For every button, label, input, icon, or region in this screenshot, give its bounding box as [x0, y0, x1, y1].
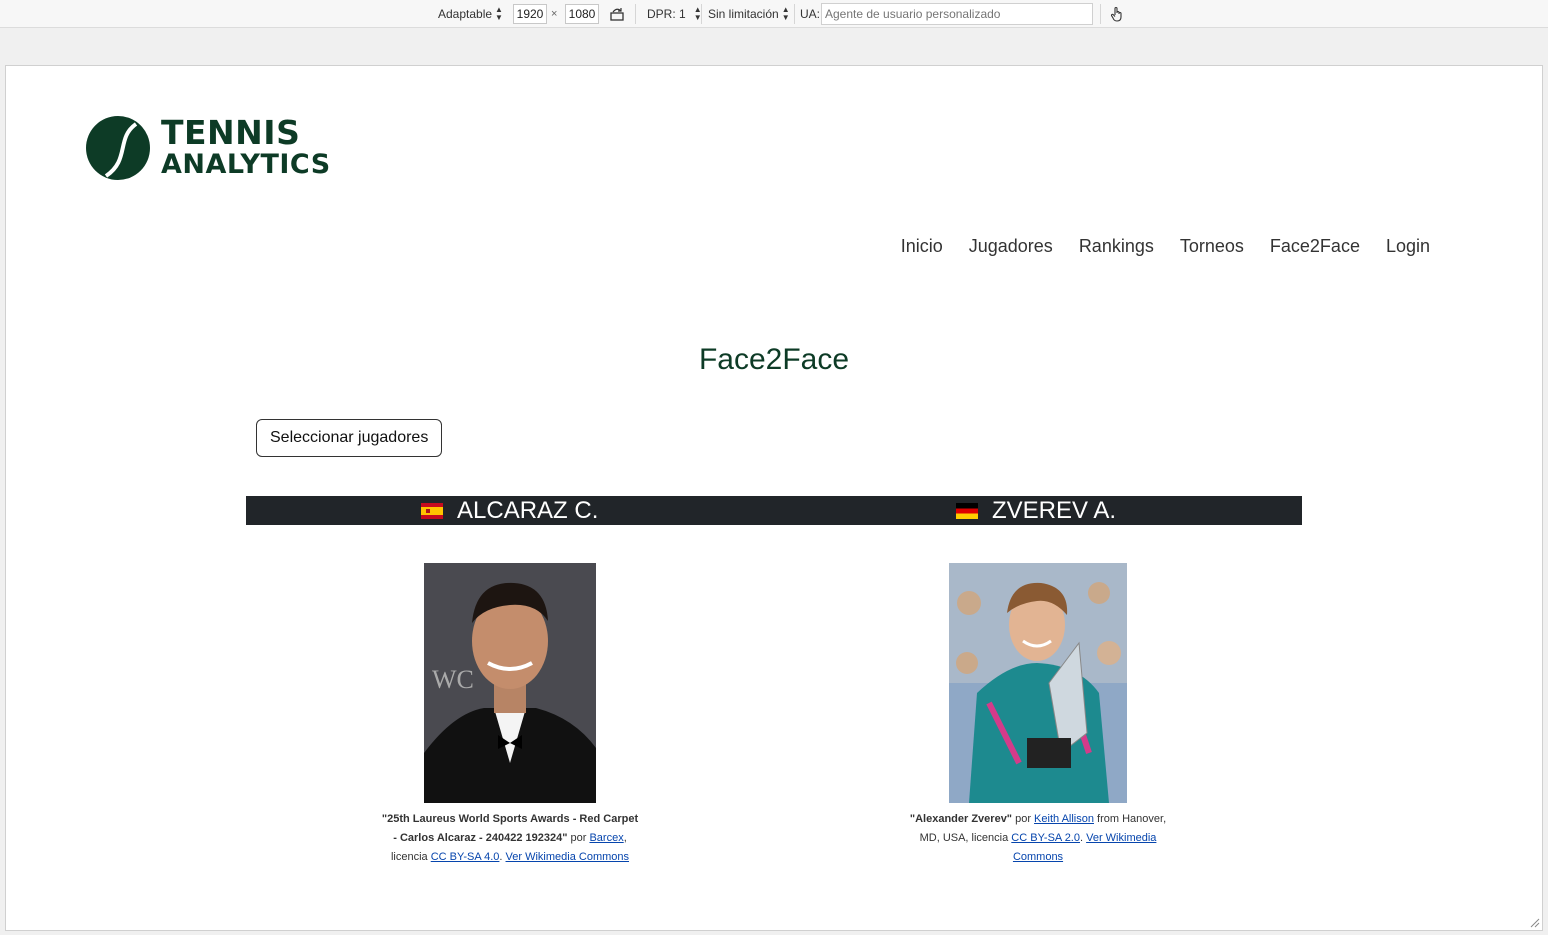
player1-photo: WC: [424, 563, 596, 803]
page-viewport: TENNIS ANALYTICS Inicio Jugadores Rankin…: [5, 65, 1543, 931]
player1-license-link[interactable]: CC BY-SA 4.0: [431, 851, 500, 863]
device-label: Adaptable: [438, 7, 493, 21]
player2-header: ZVEREV A.: [956, 496, 1116, 525]
caption-by: por: [1012, 813, 1035, 825]
player1-portrait: WC: [424, 563, 596, 803]
nav-item-inicio[interactable]: Inicio: [901, 236, 943, 257]
player2-author-link[interactable]: Keith Allison: [1034, 813, 1094, 825]
device-select[interactable]: Adaptable ▲ ▼: [438, 0, 503, 28]
nav-item-torneos[interactable]: Torneos: [1180, 236, 1244, 257]
rotate-button[interactable]: [609, 0, 625, 28]
nav-item-jugadores[interactable]: Jugadores: [969, 236, 1053, 257]
nav-item-rankings[interactable]: Rankings: [1079, 236, 1154, 257]
main-nav: Inicio Jugadores Rankings Torneos Face2F…: [901, 236, 1430, 257]
player2-photo-title: "Alexander Zverev": [909, 813, 1013, 825]
touch-icon: [1110, 6, 1122, 22]
rotate-icon: [610, 8, 624, 21]
tennis-ball-icon: [86, 116, 150, 180]
player2-license-link[interactable]: CC BY-SA 2.0: [1011, 832, 1080, 844]
page-title: Face2Face: [698, 343, 850, 376]
spain-flag-icon: [421, 502, 443, 519]
caption-by: por: [567, 832, 590, 844]
svg-text:WC: WC: [432, 665, 474, 694]
players-header-bar: ALCARAZ C. ZVEREV A.: [246, 496, 1302, 525]
throttle-select[interactable]: Sin limitación ▲ ▼: [708, 0, 790, 28]
brand-line2: ANALYTICS: [161, 149, 331, 180]
dpr-label: DPR: 1: [647, 7, 686, 21]
user-agent-input[interactable]: [821, 3, 1093, 25]
brand-line1: TENNIS: [161, 113, 301, 152]
ua-label: UA:: [800, 7, 821, 21]
player1-source-link[interactable]: Ver Wikimedia Commons: [506, 851, 629, 863]
player1-header: ALCARAZ C.: [421, 496, 598, 525]
player1-caption: "25th Laureus World Sports Awards - Red …: [380, 810, 640, 867]
width-input[interactable]: 1920: [513, 4, 547, 24]
player2-caption: "Alexander Zverev" por Keith Allison fro…: [908, 810, 1168, 867]
player1-author-link[interactable]: Barcex: [589, 832, 623, 844]
brand-logo[interactable]: TENNIS ANALYTICS: [86, 114, 330, 184]
player2-name: ZVEREV A.: [992, 496, 1117, 524]
brand-wordmark: TENNIS ANALYTICS: [161, 116, 331, 180]
dpr-select[interactable]: DPR: 1 ▲ ▼: [647, 0, 702, 28]
nav-item-login[interactable]: Login: [1386, 236, 1430, 257]
player2-portrait: [949, 563, 1127, 803]
resize-grip-icon[interactable]: [1528, 916, 1540, 928]
throttle-label: Sin limitación: [708, 7, 779, 21]
nav-item-face2face[interactable]: Face2Face: [1270, 236, 1360, 257]
height-input[interactable]: 1080: [565, 4, 599, 24]
germany-flag-icon: [956, 502, 978, 519]
times-sign: ×: [551, 8, 558, 20]
select-players-button[interactable]: Seleccionar jugadores: [256, 419, 443, 457]
updown-icon: ▲ ▼: [495, 5, 503, 22]
touch-simulation-button[interactable]: [1110, 0, 1124, 28]
player1-name: ALCARAZ C.: [457, 496, 599, 524]
updown-icon: ▲ ▼: [781, 5, 790, 22]
responsive-toolbar: Adaptable ▲ ▼ 1920 × 1080 DPR: 1 ▲ ▼ Sin l…: [0, 0, 1548, 28]
player2-photo: [949, 563, 1127, 803]
